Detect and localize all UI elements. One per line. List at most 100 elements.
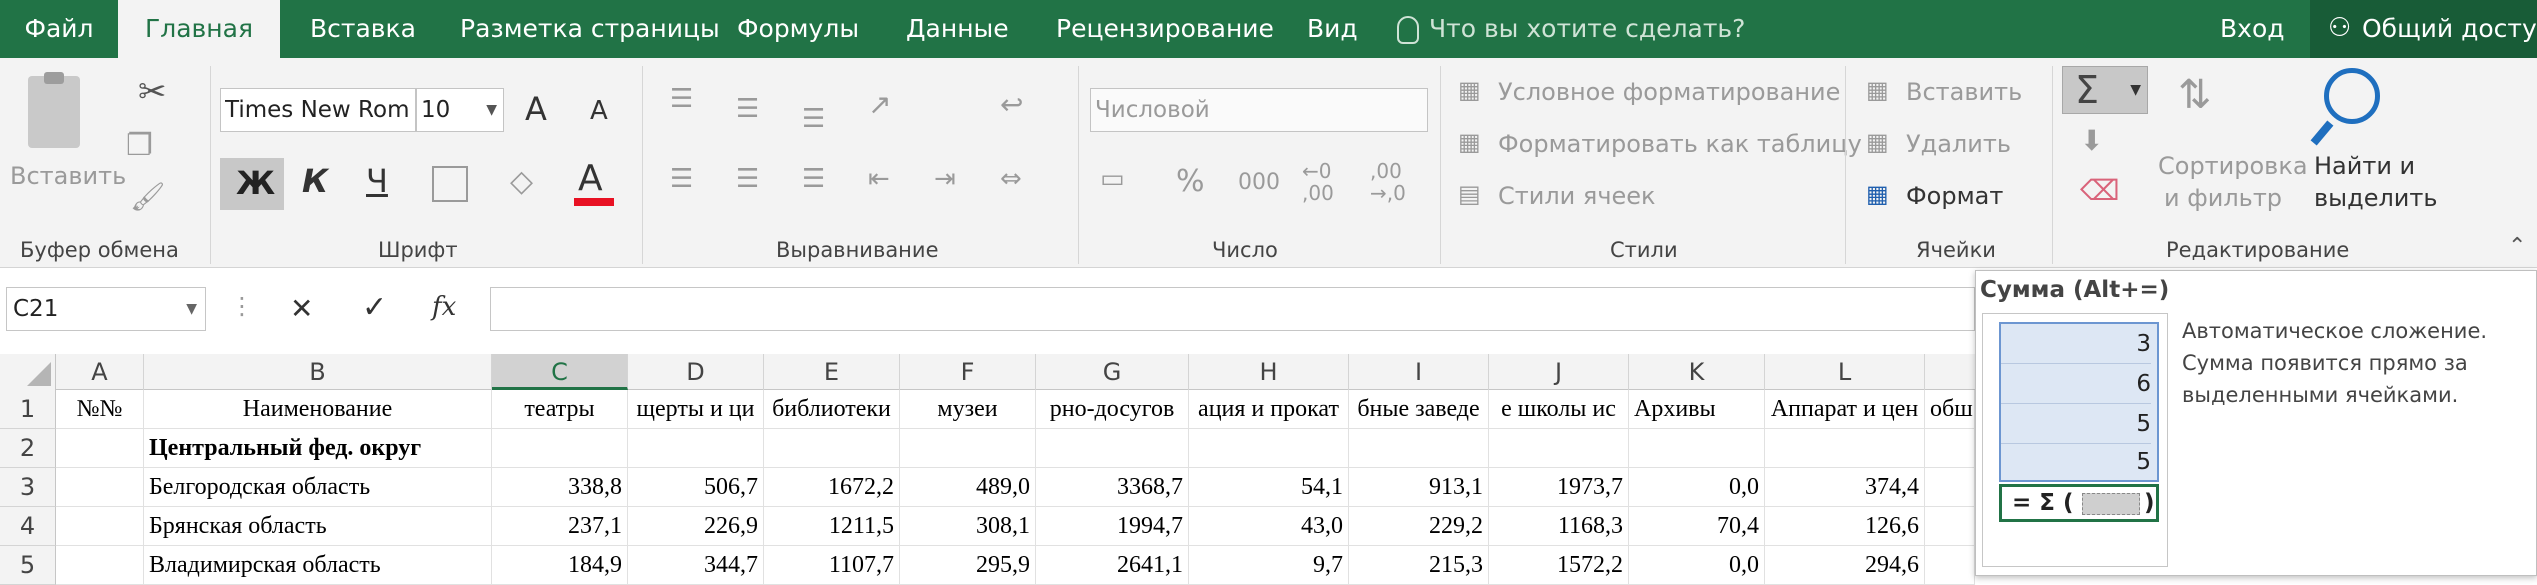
cell[interactable]: 1672,2 (764, 468, 900, 507)
cell[interactable]: 344,7 (628, 546, 764, 585)
cell[interactable]: 43,0 (1189, 507, 1349, 546)
percent-button[interactable]: % (1176, 164, 1205, 199)
decrease-indent-icon[interactable]: ⇤ (868, 164, 890, 194)
col-header-c[interactable]: C (492, 354, 628, 390)
cell[interactable]: Владимирская область (144, 546, 492, 585)
format-painter-icon[interactable]: 🖌 (130, 180, 166, 213)
cell[interactable]: 184,9 (492, 546, 628, 585)
autosum-button[interactable]: Σ ▼ (2062, 66, 2148, 114)
cell[interactable]: 338,8 (492, 468, 628, 507)
col-header-a[interactable]: A (56, 354, 144, 390)
cell[interactable]: обш (1925, 390, 1975, 429)
cell[interactable]: 374,4 (1765, 468, 1925, 507)
cell[interactable]: 489,0 (900, 468, 1036, 507)
cell[interactable] (56, 429, 144, 468)
col-header-b[interactable]: B (144, 354, 492, 390)
delete-cells-button[interactable]: Удалить (1906, 130, 2011, 158)
cell[interactable] (1489, 429, 1629, 468)
row-header[interactable]: 1 (0, 390, 56, 429)
select-all-button[interactable] (0, 354, 56, 390)
collapse-ribbon-icon[interactable]: ⌃ (2508, 234, 2526, 259)
cell[interactable]: Белгородская область (144, 468, 492, 507)
cell[interactable]: №№ (56, 390, 144, 429)
insert-function-button[interactable]: fx (432, 292, 456, 322)
format-cells-button[interactable]: Формат (1906, 182, 2003, 210)
sort-label-1[interactable]: Сортировка (2158, 152, 2308, 180)
cell[interactable]: 0,0 (1629, 468, 1765, 507)
cell[interactable] (1349, 429, 1489, 468)
col-header-i[interactable]: I (1349, 354, 1489, 390)
fill-icon[interactable]: ⬇ (2080, 124, 2103, 157)
cell[interactable]: музеи (900, 390, 1036, 429)
cell[interactable] (1925, 546, 1975, 585)
col-header-l[interactable]: L (1765, 354, 1925, 390)
cell[interactable]: 1168,3 (1489, 507, 1629, 546)
cell[interactable]: театры (492, 390, 628, 429)
tab-view[interactable]: Вид (1307, 0, 1358, 58)
cell[interactable] (1925, 429, 1975, 468)
italic-button[interactable]: К (302, 162, 328, 200)
underline-button[interactable]: Ч (366, 162, 388, 200)
cell[interactable]: 506,7 (628, 468, 764, 507)
clear-icon[interactable]: ⌫ (2080, 174, 2120, 207)
orientation-icon[interactable]: ↗ (868, 88, 891, 121)
cell[interactable]: 237,1 (492, 507, 628, 546)
name-box[interactable]: C21 ▼ (6, 287, 206, 331)
cell[interactable]: 1107,7 (764, 546, 900, 585)
cell[interactable]: 1211,5 (764, 507, 900, 546)
cell[interactable]: 1572,2 (1489, 546, 1629, 585)
cell[interactable]: 2641,1 (1036, 546, 1189, 585)
cell[interactable]: щерты и ци (628, 390, 764, 429)
cancel-icon[interactable]: ✕ (290, 292, 313, 325)
sign-in-link[interactable]: Вход (2220, 0, 2285, 58)
col-header-f[interactable]: F (900, 354, 1036, 390)
cell[interactable]: библиотеки (764, 390, 900, 429)
cell[interactable]: Архивы (1629, 390, 1765, 429)
cut-icon[interactable]: ✂ (138, 72, 167, 112)
sort-label-2[interactable]: и фильтр (2164, 184, 2282, 212)
cell[interactable]: ация и прокат (1189, 390, 1349, 429)
cell[interactable] (900, 429, 1036, 468)
borders-icon[interactable] (432, 166, 468, 202)
row-header[interactable]: 3 (0, 468, 56, 507)
find-label-1[interactable]: Найти и (2314, 152, 2415, 180)
cell[interactable]: 0,0 (1629, 546, 1765, 585)
tab-data[interactable]: Данные (906, 0, 1009, 58)
col-header-k[interactable]: K (1629, 354, 1765, 390)
tab-home[interactable]: Главная (118, 0, 280, 58)
tab-file[interactable]: Файл (0, 0, 118, 58)
row-header[interactable]: 4 (0, 507, 56, 546)
col-header-j[interactable]: J (1489, 354, 1629, 390)
cell[interactable]: рно-досугов (1036, 390, 1189, 429)
bold-button[interactable]: Ж (220, 158, 284, 210)
cell[interactable] (1629, 429, 1765, 468)
col-header-h[interactable]: H (1189, 354, 1349, 390)
cell[interactable]: Брянская область (144, 507, 492, 546)
cell[interactable]: 226,9 (628, 507, 764, 546)
cell[interactable]: 1973,7 (1489, 468, 1629, 507)
insert-cells-button[interactable]: Вставить (1906, 78, 2022, 106)
cell[interactable] (56, 468, 144, 507)
cell[interactable]: бные заведе (1349, 390, 1489, 429)
cell[interactable]: 215,3 (1349, 546, 1489, 585)
number-format-box[interactable]: Числовой (1090, 88, 1428, 132)
share-button[interactable]: ⚇ Общий доступ (2310, 0, 2537, 58)
currency-icon[interactable]: ▭ (1100, 164, 1125, 194)
cell[interactable]: 294,6 (1765, 546, 1925, 585)
copy-icon[interactable]: ❐ (126, 128, 153, 163)
align-left-icon[interactable]: ☰ (670, 164, 693, 194)
cell[interactable] (1925, 468, 1975, 507)
cell[interactable] (1925, 507, 1975, 546)
format-as-table-button[interactable]: Форматировать как таблицу (1498, 130, 1862, 158)
tell-me-box[interactable]: Что вы хотите сделать? (1397, 0, 1745, 58)
cell[interactable]: 1994,7 (1036, 507, 1189, 546)
cell[interactable]: 54,1 (1189, 468, 1349, 507)
align-bottom-icon[interactable]: ☰ (802, 104, 825, 134)
formula-input[interactable] (490, 287, 1975, 331)
row-header[interactable]: 2 (0, 429, 56, 468)
cell[interactable]: 308,1 (900, 507, 1036, 546)
enter-icon[interactable]: ✓ (362, 290, 387, 325)
increase-decimal-button[interactable]: ←0 ,00 (1302, 160, 1334, 204)
find-label-2[interactable]: выделить (2314, 184, 2438, 212)
font-color-icon[interactable]: A (578, 158, 603, 199)
